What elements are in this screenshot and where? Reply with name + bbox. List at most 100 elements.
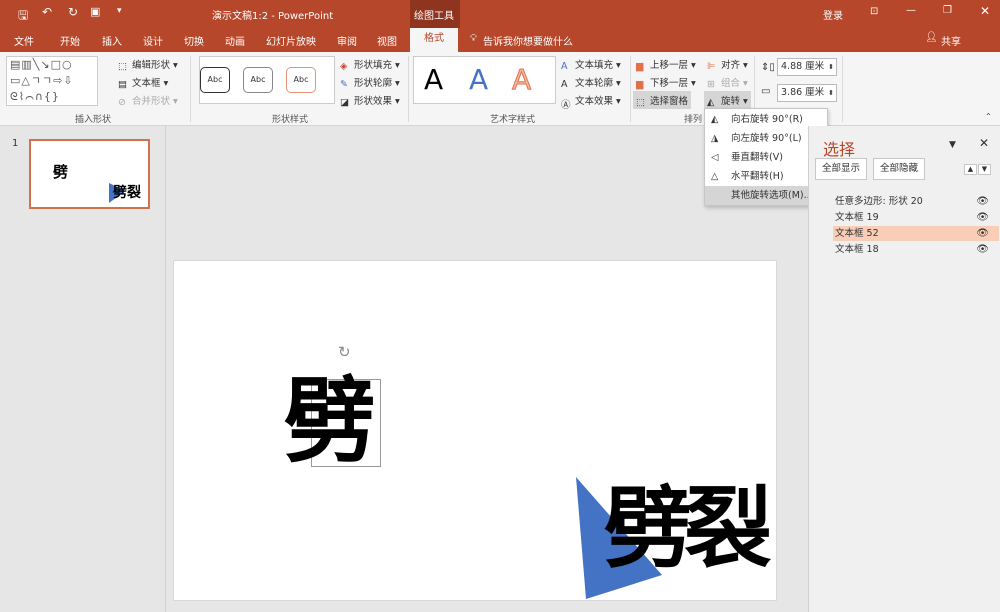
text-fill-button[interactable]: A 文本填充 ▾ (561, 57, 621, 72)
rotate-button[interactable]: ◭ 旋转 ▾ (704, 91, 751, 109)
present-icon[interactable]: ▣ (90, 5, 100, 18)
customize-icon[interactable]: ▾ (117, 6, 122, 16)
window-title: 演示文稿1:2 - PowerPoint (212, 11, 334, 22)
selection-pane: 选择 ▼ ✕ 全部显示 全部隐藏 ▲ ▼ 任意多边形: 形状 20 👁︎ 文本框 … (808, 126, 1000, 612)
share-button[interactable]: 共享 (941, 33, 961, 48)
list-item-selected[interactable]: 文本框 52 👁︎ (833, 226, 999, 241)
text-outline-icon: A (561, 78, 568, 90)
slide-text-pi: 劈 (284, 368, 377, 475)
thumb-text: 劈裂 (113, 185, 141, 201)
collapse-ribbon-icon[interactable]: ⌃ (985, 112, 992, 121)
move-up-icon[interactable]: ▲ (964, 164, 977, 175)
move-down-icon[interactable]: ▼ (978, 164, 991, 175)
wordart-sample[interactable]: A (424, 63, 443, 96)
spinner-icon[interactable]: ⬍ (828, 59, 834, 75)
slide-thumbnail[interactable]: 劈 劈裂 (29, 139, 150, 209)
merge-shapes-button[interactable]: ⊘ 合并形状 ▾ (118, 93, 178, 108)
tab-format[interactable]: 格式 (410, 28, 458, 52)
ribbon-display-icon[interactable]: ⊡ (870, 6, 878, 17)
shape-style-gallery[interactable]: Abc Abc Abc (199, 56, 335, 104)
group-label-arrange: 排列 (684, 115, 703, 125)
width-icon: ▭ (761, 86, 771, 97)
list-item[interactable]: 任意多边形: 形状 20 👁︎ (833, 194, 999, 209)
thumbnail-pane: 1 劈 劈裂 (0, 126, 166, 612)
spinner-icon[interactable]: ⬍ (828, 85, 834, 101)
align-icon: ⊫ (707, 60, 716, 72)
rotate-icon: ◭ (707, 96, 715, 108)
wordart-sample[interactable]: A (511, 63, 531, 97)
show-all-button[interactable]: 全部显示 (815, 158, 867, 180)
merge-icon: ⊘ (118, 96, 126, 108)
shape-effects-button[interactable]: ◪ 形状效果 ▾ (340, 93, 400, 108)
login-link[interactable]: 登录 (823, 7, 843, 22)
text-box-button[interactable]: ▤ 文本框 ▾ (118, 75, 168, 90)
text-outline-button[interactable]: A 文本轮廓 ▾ (561, 75, 621, 90)
shape-fill-button[interactable]: ◈ 形状填充 ▾ (340, 57, 400, 72)
hide-all-button[interactable]: 全部隐藏 (873, 158, 925, 180)
wordart-gallery[interactable]: A A A (413, 56, 556, 104)
edit-shape-button[interactable]: ⬚ 编辑形状 ▾ (118, 57, 178, 72)
list-item[interactable]: 文本框 19 👁︎ (833, 210, 999, 225)
fill-bucket-icon: ◈ (340, 60, 348, 72)
tab-file[interactable]: 文件 (14, 33, 34, 48)
style-sample[interactable]: Abc (286, 67, 316, 93)
slide-text-pilie: 劈裂 (604, 477, 772, 580)
shape-outline-button[interactable]: ✎ 形状轮廓 ▾ (340, 75, 400, 90)
textbox-icon: ▤ (118, 78, 127, 90)
tab-design[interactable]: 设计 (143, 33, 163, 48)
height-icon: ⇕▯ (761, 62, 775, 73)
text-effects-button[interactable]: Ⓐ 文本效果 ▾ (561, 93, 621, 111)
eye-icon[interactable]: 👁︎ (976, 226, 989, 241)
selected-textbox[interactable]: 劈 (284, 372, 381, 472)
group-button[interactable]: ⊞ 组合 ▾ (707, 75, 748, 90)
redo-icon[interactable]: ↻ (68, 5, 78, 19)
rotate-left-icon: ◮ (711, 133, 719, 144)
height-input[interactable]: 4.88 厘米 ⬍ (777, 58, 837, 76)
tab-transitions[interactable]: 切换 (184, 33, 204, 48)
slide-canvas[interactable]: 劈 ↻ 劈裂 (173, 260, 777, 601)
style-sample[interactable]: Abc (243, 67, 273, 93)
slide-number: 1 (12, 138, 19, 149)
tell-me-input[interactable]: 告诉我你想要做什么 (483, 33, 573, 48)
pane-close-icon[interactable]: ✕ (979, 136, 989, 150)
send-backward-button[interactable]: ▆ 下移一层 ▾ (636, 75, 696, 90)
pane-title: 选择 (823, 140, 856, 159)
lightbulb-icon: 💡︎ (470, 33, 477, 44)
thumb-text: 劈 (53, 163, 69, 181)
text-effects-icon: Ⓐ (561, 99, 571, 111)
selection-pane-icon: ⬚ (636, 96, 645, 108)
pane-options-icon[interactable]: ▼ (949, 140, 956, 150)
tab-slideshow[interactable]: 幻灯片放映 (266, 33, 316, 48)
eye-icon[interactable]: 👁︎ (976, 194, 989, 209)
flip-horizontal-icon: △ (711, 171, 719, 182)
selection-pane-button[interactable]: ⬚ 选择窗格 (633, 91, 692, 109)
close-icon[interactable]: ✕ (980, 4, 990, 18)
restore-icon[interactable]: ❐ (943, 5, 952, 16)
bring-forward-button[interactable]: ▆ 上移一层 ▾ (636, 57, 696, 72)
bring-forward-icon: ▆ (636, 60, 644, 72)
user-icon: 👤︎ (925, 32, 938, 43)
list-item[interactable]: 文本框 18 👁︎ (833, 242, 999, 257)
send-backward-icon: ▆ (636, 78, 644, 90)
rotation-handle-icon[interactable]: ↻ (338, 343, 351, 361)
effects-icon: ◪ (340, 96, 349, 108)
tab-view[interactable]: 视图 (377, 33, 397, 48)
eye-icon[interactable]: 👁︎ (976, 242, 989, 257)
eye-icon[interactable]: 👁︎ (976, 210, 989, 225)
tab-insert[interactable]: 插入 (102, 33, 122, 48)
tab-review[interactable]: 审阅 (337, 33, 357, 48)
wordart-sample[interactable]: A (469, 63, 488, 96)
save-icon[interactable]: 🖫 (18, 6, 28, 27)
pencil-icon: ✎ (340, 78, 348, 90)
minimize-icon[interactable]: — (906, 5, 916, 16)
undo-icon[interactable]: ↶ (42, 5, 52, 19)
group-icon: ⊞ (707, 78, 715, 90)
align-button[interactable]: ⊫ 对齐 ▾ (707, 57, 748, 72)
text-fill-icon: A (561, 60, 568, 72)
width-input[interactable]: 3.86 厘米 ⬍ (777, 84, 837, 102)
group-label-insert-shapes: 插入形状 (75, 115, 112, 125)
tab-home[interactable]: 开始 (60, 33, 80, 48)
shape-gallery[interactable]: ▤▥╲↘□○ ▭△ㄱㄱ⇨⇩ ᘓ⌇⌒∩{} (6, 56, 98, 106)
style-sample[interactable]: Abc (200, 67, 230, 93)
tab-animations[interactable]: 动画 (225, 33, 245, 48)
